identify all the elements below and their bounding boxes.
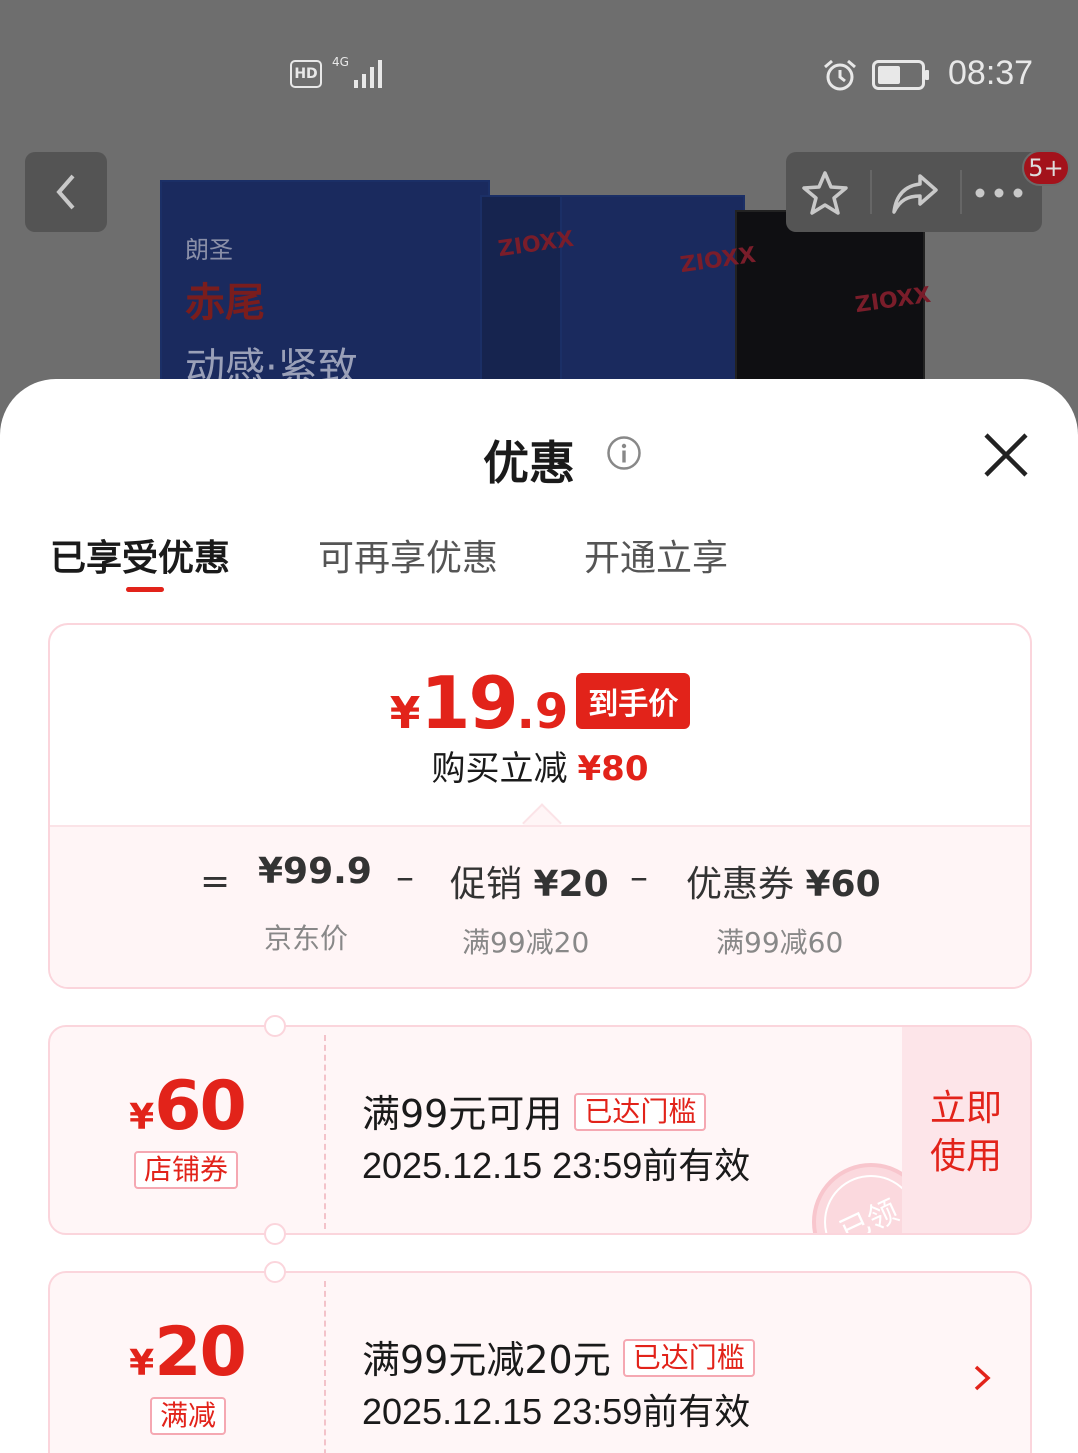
use-now-button[interactable]: 立即使用 <box>902 1027 1030 1233</box>
coupon-value: ¥60 店铺券 <box>50 1027 324 1233</box>
top-action-bar <box>786 152 1042 232</box>
coupon-card[interactable]: ¥60 店铺券 满99元可用 已达门槛 2025.12.15 23:59前有效 已… <box>48 1025 1032 1235</box>
coupon-notch <box>264 1261 286 1283</box>
price-breakdown: = ¥99.9 京东价 – 促销 ¥20 满99减20 – 优惠券 ¥60 满9… <box>50 825 1030 987</box>
divider <box>870 170 872 214</box>
hd-indicator: HD <box>290 60 322 88</box>
equals-sign: = <box>200 861 231 902</box>
product-name: 赤尾 <box>185 280 265 326</box>
promo-condition: 满99减20 <box>462 926 590 959</box>
coupon-value: ¥20 满减 <box>50 1273 324 1453</box>
sheet-title: 优惠 <box>483 436 575 490</box>
tab-indicator <box>126 587 164 592</box>
share-icon <box>892 174 938 214</box>
coupon-divider <box>324 1035 326 1229</box>
total-reduction: 购买立减 ¥80 <box>431 749 649 789</box>
jd-price: ¥99.9 <box>258 851 372 892</box>
jd-price-label: 京东价 <box>264 922 349 955</box>
divider <box>960 170 962 214</box>
coupon-expiry: 2025.12.15 23:59前有效 <box>362 1145 751 1186</box>
coupon-title: 满99元减20元 已达门槛 <box>362 1329 755 1384</box>
close-icon[interactable] <box>980 429 1032 481</box>
threshold-badge: 已达门槛 <box>622 1339 755 1377</box>
coupon-divider <box>324 1281 326 1453</box>
chevron-left-icon <box>56 174 75 210</box>
network-type: 4G <box>332 55 349 69</box>
clock: 08:37 <box>948 54 1034 92</box>
chevron-right-icon[interactable] <box>970 1361 994 1395</box>
status-bar: HD 4G 08:37 <box>0 50 1078 100</box>
threshold-badge: 已达门槛 <box>574 1093 707 1131</box>
coupon-amount: 优惠券 ¥60 <box>686 864 881 905</box>
promo-amount: 促销 ¥20 <box>450 864 609 905</box>
battery-icon <box>872 60 929 90</box>
final-price-tag: 到手价 <box>576 673 691 729</box>
price-summary-card: ¥19.9 到手价 购买立减 ¥80 = ¥99.9 京东价 – 促销 ¥20 满9… <box>48 623 1032 989</box>
more-button[interactable] <box>974 168 1024 218</box>
coupon-title: 满99元可用 已达门槛 <box>362 1083 707 1138</box>
final-price-area: ¥19.9 到手价 购买立减 ¥80 <box>50 625 1030 825</box>
minus-sign: – <box>630 857 648 898</box>
more-dots-icon <box>975 188 1023 198</box>
tab-enjoyed[interactable]: 已享受优惠 <box>50 529 230 581</box>
star-icon <box>802 171 848 215</box>
coupon-notch <box>264 1223 286 1245</box>
favorite-button[interactable] <box>800 168 850 218</box>
tab-open-now[interactable]: 开通立享 <box>584 529 728 581</box>
signal-icon <box>354 60 382 88</box>
discount-sheet: 优惠 已享受优惠 可再享优惠 开通立享 ¥19.9 到手价 购买立减 ¥80 = ¥… <box>0 379 1078 1453</box>
coupon-type-badge: 店铺券 <box>134 1151 239 1189</box>
final-price: ¥19.9 到手价 <box>50 661 1030 745</box>
coupon-expiry: 2025.12.15 23:59前有效 <box>362 1391 751 1432</box>
coupon-condition: 满99减60 <box>716 926 844 959</box>
tab-bar: 已享受优惠 可再享优惠 开通立享 <box>0 529 1078 599</box>
tab-more-available[interactable]: 可再享优惠 <box>318 529 498 581</box>
share-button[interactable] <box>890 168 940 218</box>
back-button[interactable] <box>25 152 107 232</box>
coupon-card[interactable]: ¥20 满减 满99元减20元 已达门槛 2025.12.15 23:59前有效 <box>48 1271 1032 1453</box>
product-brand: 朗圣 <box>185 236 233 264</box>
coupon-notch <box>264 1015 286 1037</box>
info-icon[interactable] <box>606 435 642 471</box>
coupon-type-badge: 满减 <box>150 1397 227 1435</box>
alarm-icon <box>824 59 856 91</box>
minus-sign: – <box>396 857 414 898</box>
notification-badge: 5+ <box>1022 150 1070 186</box>
